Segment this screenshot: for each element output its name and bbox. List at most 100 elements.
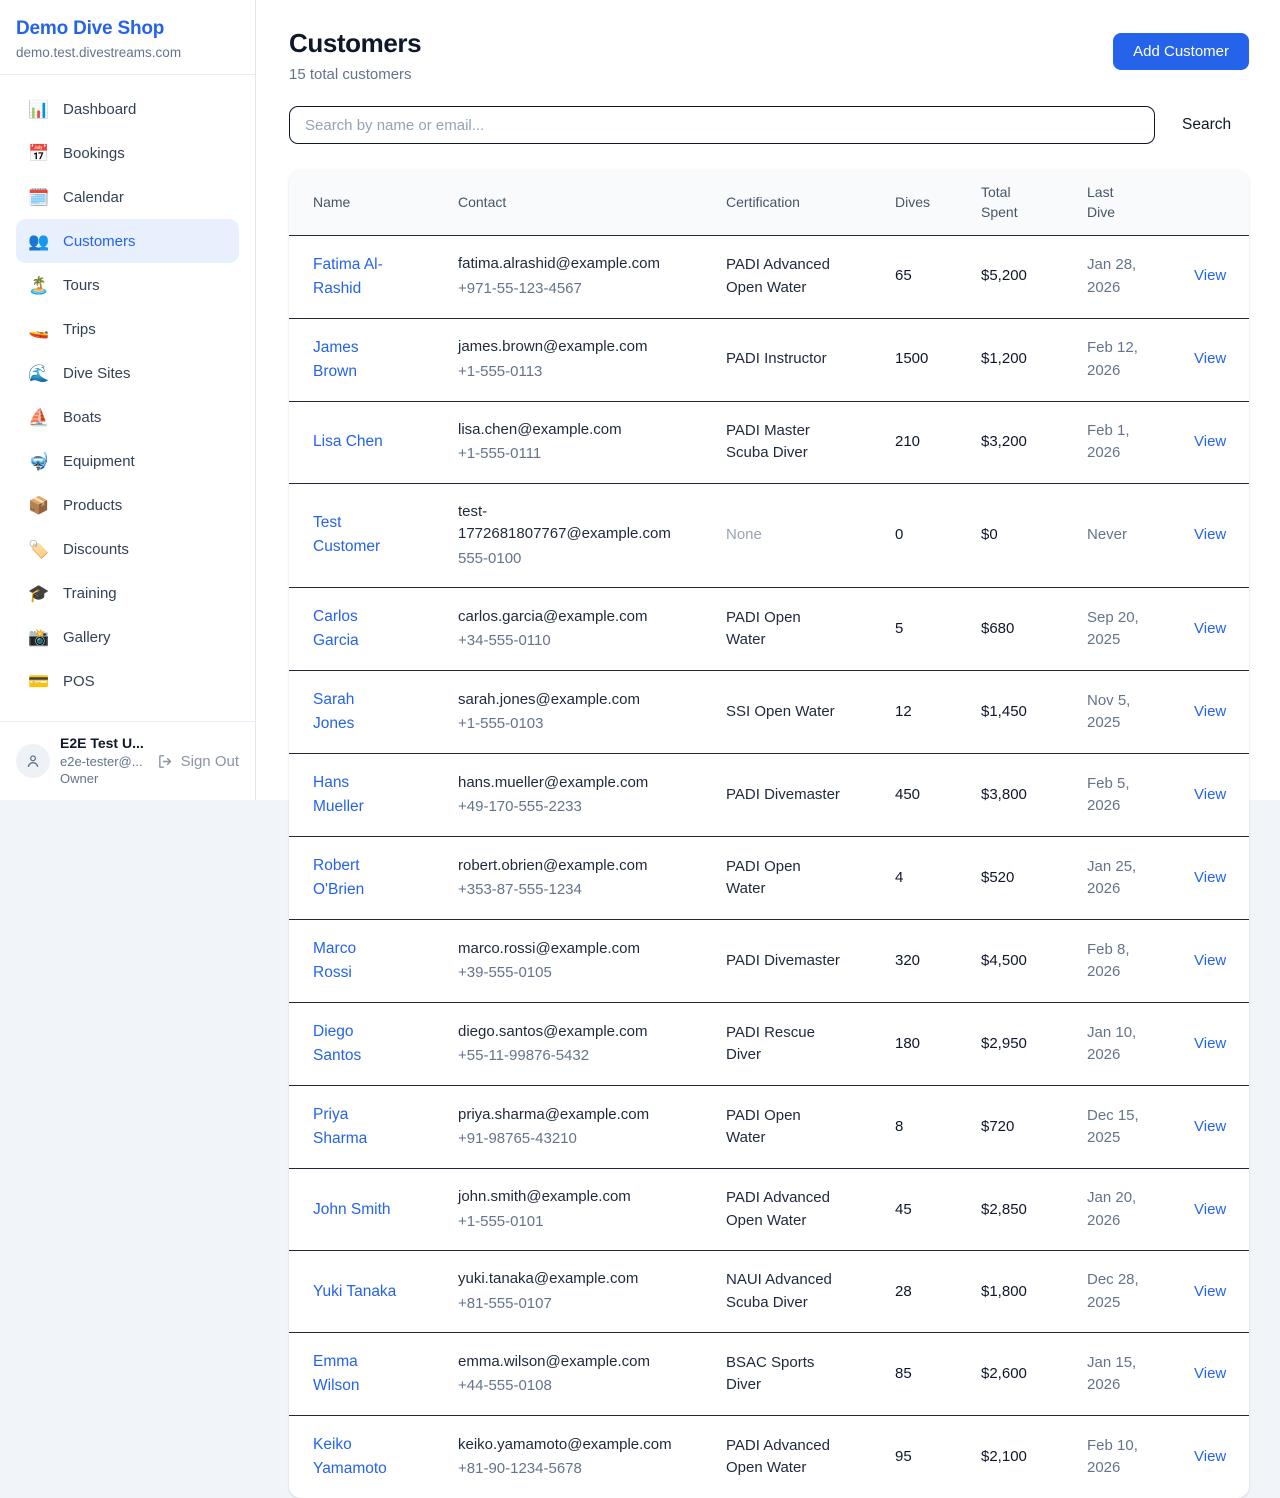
sidebar-item-dashboard[interactable]: 📊 Dashboard <box>16 87 239 131</box>
sidebar-item-pos[interactable]: 💳 POS <box>16 659 239 703</box>
sign-out-button[interactable]: Sign Out <box>157 753 239 770</box>
search-button[interactable]: Search <box>1182 116 1231 134</box>
equipment-icon: 🤿 <box>28 453 50 470</box>
table-row: Hans Mueller hans.mueller@example.com +4… <box>289 754 1249 837</box>
customer-last-dive: Jan 25, 2026 <box>1087 856 1151 901</box>
view-link[interactable]: View <box>1194 869 1226 886</box>
view-link[interactable]: View <box>1194 1365 1226 1382</box>
customer-name-link[interactable]: John Smith <box>313 1198 391 1222</box>
dive-sites-icon: 🌊 <box>28 365 50 382</box>
sidebar-item-tours[interactable]: 🏝️ Tours <box>16 263 239 307</box>
customer-name-link[interactable]: Emma Wilson <box>313 1350 399 1398</box>
bookings-icon: 📅 <box>28 145 50 162</box>
customer-email: james.brown@example.com <box>458 336 680 359</box>
view-link[interactable]: View <box>1194 1448 1226 1465</box>
sidebar-item-bookings[interactable]: 📅 Bookings <box>16 131 239 175</box>
gallery-icon: 📸 <box>28 629 50 646</box>
view-link[interactable]: View <box>1194 350 1226 367</box>
customer-dives: 4 <box>895 837 981 920</box>
boats-icon: ⛵ <box>28 409 50 426</box>
customer-certification: PADI Advanced Open Water <box>726 254 844 299</box>
customer-phone: +91-98765-43210 <box>458 1128 702 1151</box>
sidebar-item-customers[interactable]: 👥 Customers <box>16 219 239 263</box>
table-body: Fatima Al-Rashid fatima.alrashid@example… <box>289 235 1249 1498</box>
col-certification: Certification <box>726 170 895 235</box>
customer-last-dive: Jan 15, 2026 <box>1087 1352 1151 1397</box>
customer-name-link[interactable]: Test Customer <box>313 511 399 559</box>
search-input[interactable] <box>289 106 1155 144</box>
customer-total-spent: $2,100 <box>981 1416 1087 1498</box>
customer-phone: +81-555-0107 <box>458 1293 702 1316</box>
shop-name: Demo Dive Shop <box>16 18 239 40</box>
customer-name-link[interactable]: Carlos Garcia <box>313 605 399 653</box>
view-link[interactable]: View <box>1194 1201 1226 1218</box>
customer-dives: 180 <box>895 1003 981 1086</box>
view-link[interactable]: View <box>1194 703 1226 720</box>
customer-phone: +1-555-0103 <box>458 713 702 736</box>
customer-phone: +34-555-0110 <box>458 630 702 653</box>
customer-name-link[interactable]: Fatima Al-Rashid <box>313 253 399 301</box>
sidebar-item-dive-sites[interactable]: 🌊 Dive Sites <box>16 351 239 395</box>
customer-total-spent: $3,200 <box>981 401 1087 483</box>
customer-dives: 45 <box>895 1169 981 1251</box>
table-row: Robert O'Brien robert.obrien@example.com… <box>289 837 1249 920</box>
customer-email: lisa.chen@example.com <box>458 419 680 442</box>
customer-dives: 85 <box>895 1333 981 1416</box>
products-icon: 📦 <box>28 497 50 514</box>
customer-name-link[interactable]: Lisa Chen <box>313 430 383 454</box>
sidebar-item-boats[interactable]: ⛵ Boats <box>16 395 239 439</box>
customers-table-card: Name Contact Certification Dives Total S… <box>289 170 1249 1498</box>
col-total-spent: Total Spent <box>981 170 1087 235</box>
sidebar-item-trips[interactable]: 🚤 Trips <box>16 307 239 351</box>
sidebar-item-equipment[interactable]: 🤿 Equipment <box>16 439 239 483</box>
customer-certification: PADI Divemaster <box>726 784 840 807</box>
customer-name-link[interactable]: Yuki Tanaka <box>313 1280 396 1304</box>
customer-certification: None <box>726 524 762 547</box>
customer-email: priya.sharma@example.com <box>458 1104 680 1127</box>
view-link[interactable]: View <box>1194 786 1226 803</box>
customer-name-link[interactable]: Diego Santos <box>313 1020 399 1068</box>
view-link[interactable]: View <box>1194 952 1226 969</box>
customer-name-link[interactable]: Hans Mueller <box>313 771 399 819</box>
customer-email: john.smith@example.com <box>458 1186 680 1209</box>
customer-certification: PADI Divemaster <box>726 950 840 973</box>
customer-total-spent: $1,450 <box>981 671 1087 754</box>
table-row: Test Customer test-1772681807767@example… <box>289 483 1249 588</box>
customer-last-dive: Dec 15, 2025 <box>1087 1105 1151 1150</box>
customer-name-link[interactable]: Robert O'Brien <box>313 854 399 902</box>
sidebar-item-discounts[interactable]: 🏷️ Discounts <box>16 527 239 571</box>
search-row: Search <box>289 106 1249 144</box>
customer-email: test-1772681807767@example.com <box>458 501 680 546</box>
customer-name-link[interactable]: Marco Rossi <box>313 937 399 985</box>
sidebar-item-training[interactable]: 🎓 Training <box>16 571 239 615</box>
view-link[interactable]: View <box>1194 433 1226 450</box>
customer-total-spent: $4,500 <box>981 920 1087 1003</box>
customer-phone: +55-11-99876-5432 <box>458 1045 702 1068</box>
customer-certification: PADI Open Water <box>726 607 844 652</box>
view-link[interactable]: View <box>1194 526 1226 543</box>
sidebar-item-products[interactable]: 📦 Products <box>16 483 239 527</box>
customer-total-spent: $680 <box>981 588 1087 671</box>
view-link[interactable]: View <box>1194 267 1226 284</box>
view-link[interactable]: View <box>1194 1118 1226 1135</box>
customer-phone: +353-87-555-1234 <box>458 879 702 902</box>
table-row: James Brown james.brown@example.com +1-5… <box>289 318 1249 401</box>
customer-dives: 320 <box>895 920 981 1003</box>
add-customer-button[interactable]: Add Customer <box>1113 33 1249 70</box>
customer-name-link[interactable]: Sarah Jones <box>313 688 399 736</box>
sidebar-nav: 📊 Dashboard 📅 Bookings 🗓️ Calendar 👥 Cus… <box>0 75 255 715</box>
customer-name-link[interactable]: James Brown <box>313 336 399 384</box>
customer-certification: NAUI Advanced Scuba Diver <box>726 1269 844 1314</box>
view-link[interactable]: View <box>1194 620 1226 637</box>
customer-total-spent: $5,200 <box>981 235 1087 318</box>
view-link[interactable]: View <box>1194 1283 1226 1300</box>
customer-phone: +39-555-0105 <box>458 962 702 985</box>
sidebar-item-gallery[interactable]: 📸 Gallery <box>16 615 239 659</box>
sidebar-item-calendar[interactable]: 🗓️ Calendar <box>16 175 239 219</box>
customer-name-link[interactable]: Keiko Yamamoto <box>313 1433 399 1481</box>
page-title: Customers <box>289 28 421 59</box>
customer-email: marco.rossi@example.com <box>458 938 680 961</box>
view-link[interactable]: View <box>1194 1035 1226 1052</box>
table-row: Lisa Chen lisa.chen@example.com +1-555-0… <box>289 401 1249 483</box>
customer-name-link[interactable]: Priya Sharma <box>313 1103 399 1151</box>
